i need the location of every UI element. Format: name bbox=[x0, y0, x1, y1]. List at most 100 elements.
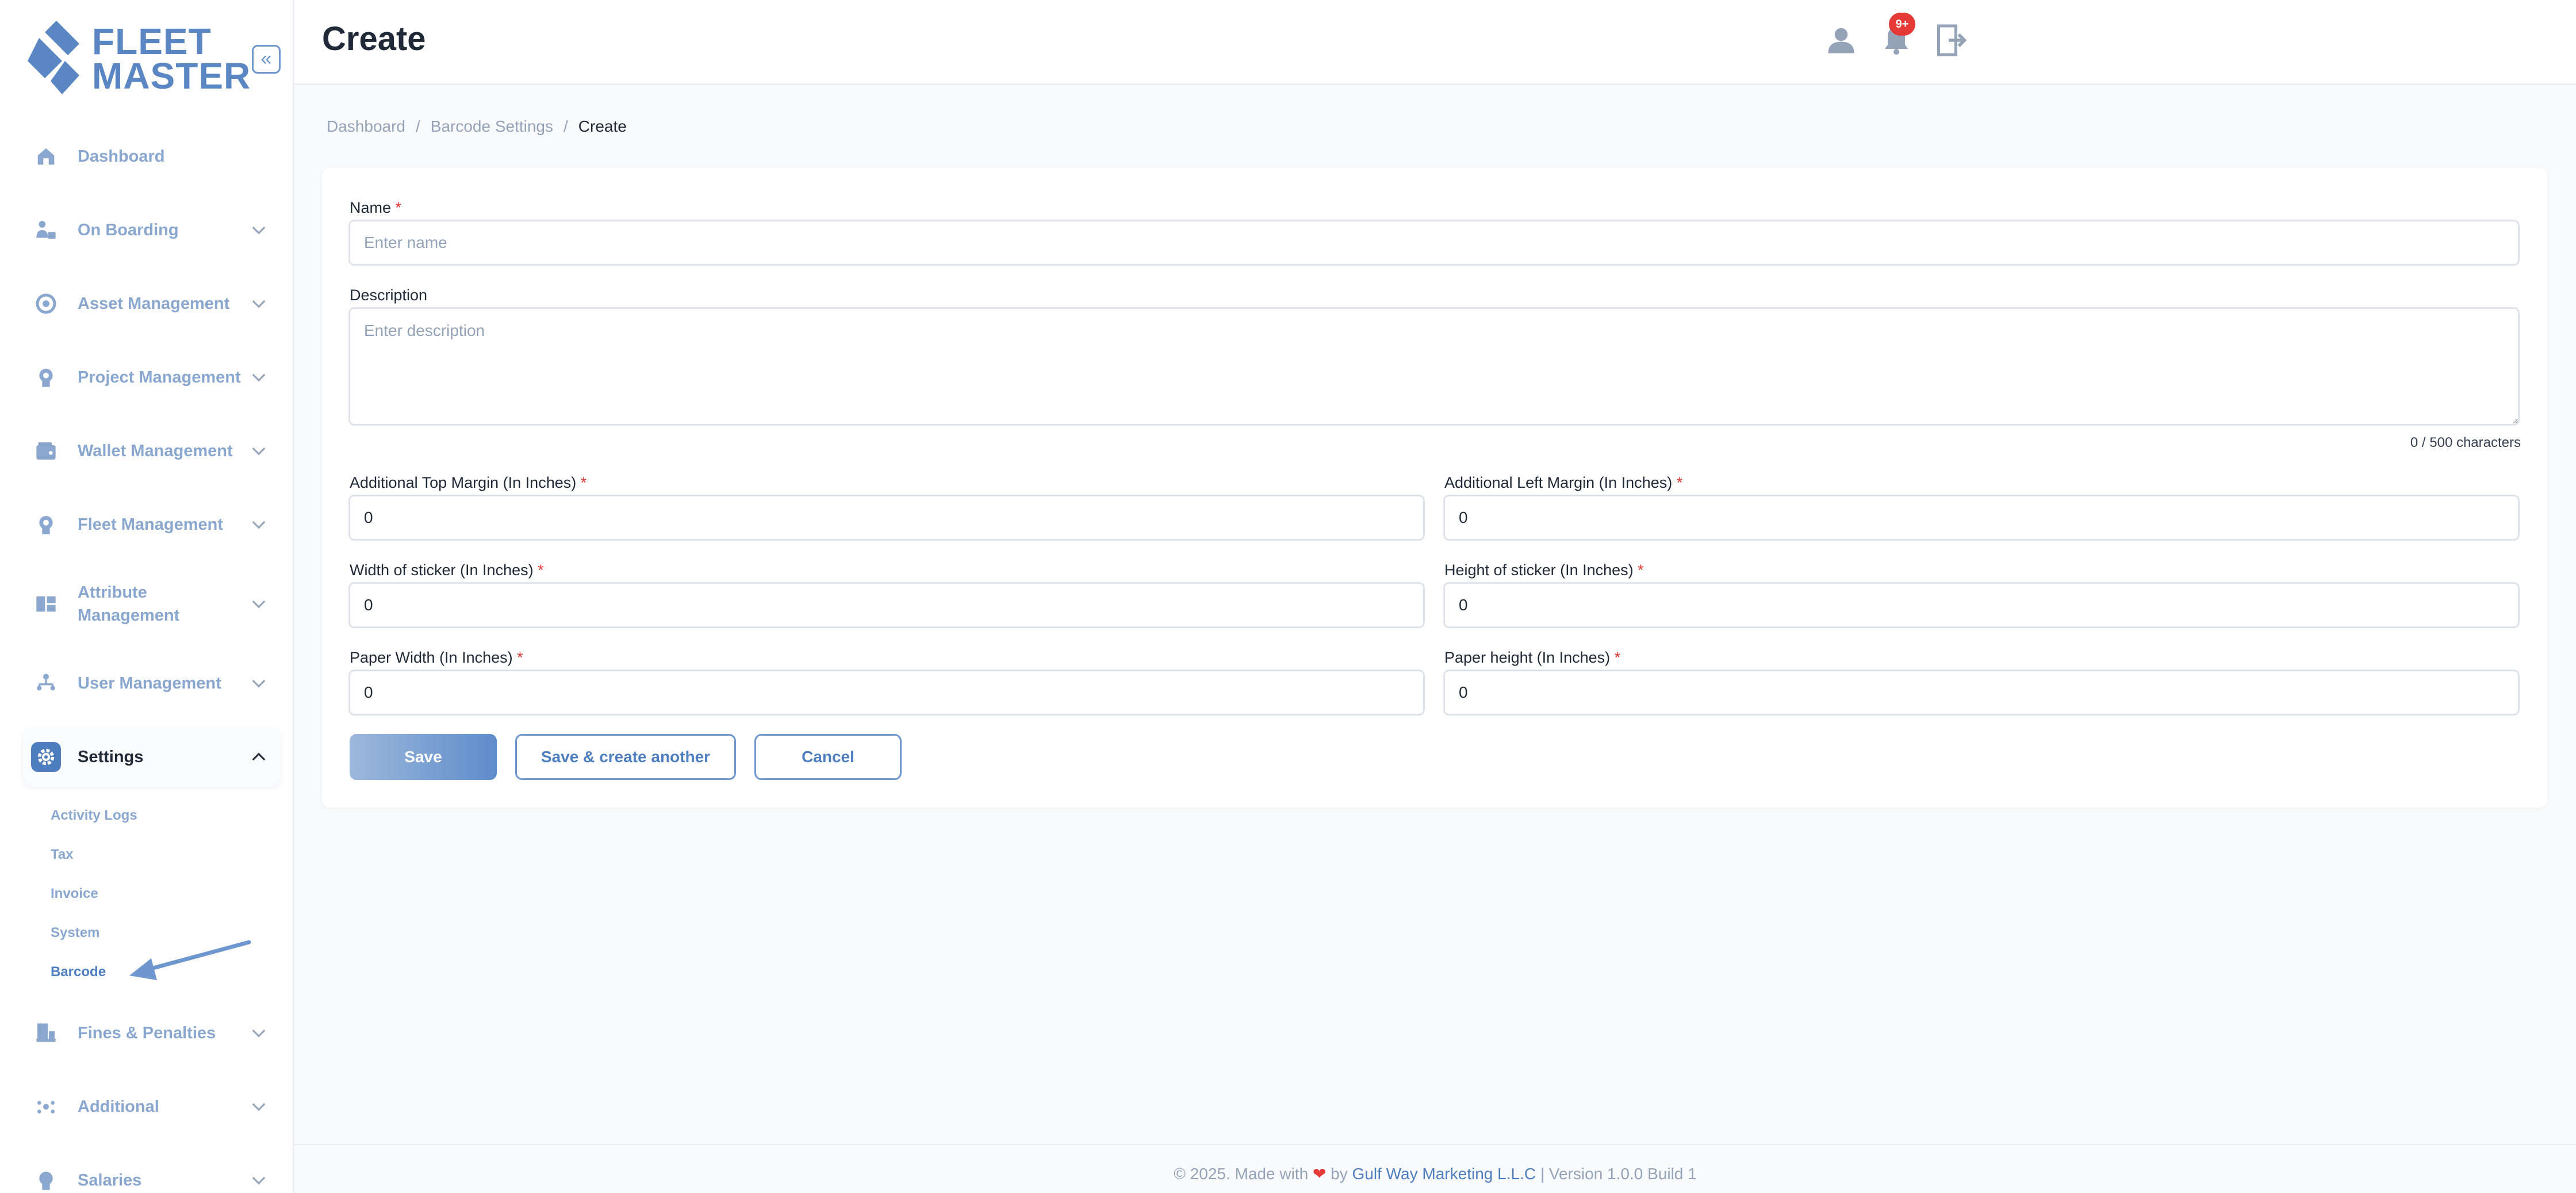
sidebar-item-label: On Boarding bbox=[78, 221, 179, 239]
fleet-icon bbox=[31, 510, 61, 540]
breadcrumb-dashboard[interactable]: Dashboard bbox=[327, 117, 405, 136]
sidebar-item-label: Fleet Management bbox=[78, 515, 223, 534]
breadcrumb-separator: / bbox=[564, 117, 568, 135]
sidebar-subitem-tax[interactable]: Tax bbox=[51, 847, 74, 863]
paper-width-label: Paper Width (In Inches) * bbox=[350, 649, 523, 667]
save-and-create-another-button[interactable]: Save & create another bbox=[515, 734, 736, 780]
paper-width-label-text: Paper Width (In Inches) bbox=[350, 649, 513, 666]
cancel-button[interactable]: Cancel bbox=[754, 734, 902, 780]
breadcrumb-barcode-settings[interactable]: Barcode Settings bbox=[431, 117, 553, 136]
sidebar-item-fines-penalties[interactable]: Fines & Penalties bbox=[23, 1003, 281, 1063]
chevron-down-icon bbox=[252, 442, 266, 456]
top-margin-label: Additional Top Margin (In Inches) * bbox=[350, 474, 586, 492]
required-mark: * bbox=[395, 199, 402, 216]
sidebar-subitem-system[interactable]: System bbox=[51, 925, 99, 941]
logo-line-2: MASTER bbox=[92, 55, 251, 97]
sidebar-item-fleet-management[interactable]: Fleet Management bbox=[23, 495, 281, 555]
description-label: Description bbox=[350, 286, 427, 304]
sticker-width-label-text: Width of sticker (In Inches) bbox=[350, 561, 534, 579]
sidebar-item-label: Project Management bbox=[78, 368, 241, 387]
attribute-icon bbox=[31, 589, 61, 619]
logout-icon[interactable] bbox=[1934, 23, 1969, 58]
breadcrumb: Dashboard / Barcode Settings / Create bbox=[327, 117, 627, 136]
breadcrumb-separator: / bbox=[415, 117, 420, 135]
fleet-master-logo[interactable]: FLEET MASTER bbox=[28, 21, 250, 99]
sidebar-item-additional[interactable]: Additional bbox=[23, 1077, 281, 1137]
asset-icon bbox=[31, 289, 61, 319]
footer-by: by bbox=[1331, 1165, 1348, 1183]
description-char-count: 0 / 500 characters bbox=[2410, 435, 2521, 450]
sidebar: FLEET MASTER « Dashboard On Boarding Ass… bbox=[0, 0, 294, 1193]
barcode-form-card: Name * Description 0 / 500 characters Ad… bbox=[322, 168, 2547, 808]
name-label-text: Name bbox=[350, 199, 392, 216]
name-input[interactable] bbox=[348, 220, 2520, 266]
sidebar-item-settings[interactable]: Settings bbox=[23, 727, 281, 787]
collapse-sidebar-button[interactable]: « bbox=[252, 45, 281, 74]
required-mark: * bbox=[1614, 649, 1621, 666]
sidebar-item-dashboard[interactable]: Dashboard bbox=[23, 127, 281, 186]
sticker-height-label: Height of sticker (In Inches) * bbox=[1444, 561, 1644, 579]
paper-height-input[interactable] bbox=[1443, 670, 2520, 716]
top-header: Create 9+ bbox=[294, 0, 2576, 85]
logo-text: FLEET MASTER bbox=[92, 21, 251, 97]
required-mark: * bbox=[517, 649, 523, 666]
chevron-down-icon bbox=[252, 368, 266, 382]
paper-height-label: Paper height (In Inches) * bbox=[1444, 649, 1620, 667]
sidebar-item-attribute-management[interactable]: Attribute Management bbox=[23, 568, 281, 640]
sticker-width-input[interactable] bbox=[348, 582, 1425, 628]
footer: © 2025. Made with ❤ by Gulf Way Marketin… bbox=[294, 1144, 2576, 1193]
sticker-width-label: Width of sticker (In Inches) * bbox=[350, 561, 544, 579]
salaries-icon bbox=[31, 1165, 61, 1193]
double-chevron-left-icon: « bbox=[260, 48, 272, 70]
sidebar-subitem-invoice[interactable]: Invoice bbox=[51, 886, 98, 902]
home-icon bbox=[31, 142, 61, 171]
sidebar-item-label: Wallet Management bbox=[78, 442, 233, 460]
annotation-arrow bbox=[129, 940, 251, 980]
paper-width-input[interactable] bbox=[348, 670, 1425, 716]
sidebar-item-label: Settings bbox=[78, 748, 144, 766]
sidebar-subitem-barcode[interactable]: Barcode bbox=[51, 964, 106, 980]
required-mark: * bbox=[1676, 474, 1683, 491]
additional-icon bbox=[31, 1092, 61, 1122]
chevron-up-icon bbox=[252, 752, 266, 766]
description-textarea[interactable] bbox=[348, 307, 2520, 426]
chevron-down-icon bbox=[252, 1171, 266, 1185]
company-link[interactable]: Gulf Way Marketing L.L.C bbox=[1352, 1165, 1536, 1183]
chevron-down-icon bbox=[252, 295, 266, 308]
sidebar-item-label: Dashboard bbox=[78, 147, 165, 166]
sidebar-item-on-boarding[interactable]: On Boarding bbox=[23, 200, 281, 260]
sidebar-item-user-management[interactable]: User Management bbox=[23, 653, 281, 713]
sticker-height-input[interactable] bbox=[1443, 582, 2520, 628]
sidebar-item-wallet-management[interactable]: Wallet Management bbox=[23, 421, 281, 481]
footer-prefix: © 2025. Made with bbox=[1174, 1165, 1309, 1183]
name-label: Name * bbox=[350, 199, 401, 217]
sidebar-item-label: Attribute Management bbox=[78, 583, 180, 625]
sidebar-item-label: Additional bbox=[78, 1098, 159, 1116]
notification-badge: 9+ bbox=[1889, 13, 1915, 36]
users-icon bbox=[31, 668, 61, 698]
sidebar-item-project-management[interactable]: Project Management bbox=[23, 347, 281, 407]
top-margin-label-text: Additional Top Margin (In Inches) bbox=[350, 474, 577, 491]
sidebar-item-label: Salaries bbox=[78, 1171, 142, 1190]
breadcrumb-current: Create bbox=[578, 117, 627, 135]
chevron-down-icon bbox=[252, 1098, 266, 1111]
left-margin-input[interactable] bbox=[1443, 495, 2520, 541]
top-margin-input[interactable] bbox=[348, 495, 1425, 541]
sidebar-item-asset-management[interactable]: Asset Management bbox=[23, 274, 281, 334]
project-icon bbox=[31, 362, 61, 392]
left-margin-label: Additional Left Margin (In Inches) * bbox=[1444, 474, 1682, 492]
footer-version: | Version 1.0.0 Build 1 bbox=[1540, 1165, 1697, 1183]
sidebar-subitem-activity-logs[interactable]: Activity Logs bbox=[51, 808, 137, 824]
fines-icon bbox=[31, 1018, 61, 1048]
left-margin-label-text: Additional Left Margin (In Inches) bbox=[1444, 474, 1673, 491]
save-button[interactable]: Save bbox=[350, 734, 497, 780]
onboarding-icon bbox=[31, 215, 61, 245]
required-mark: * bbox=[1638, 561, 1644, 579]
gear-icon bbox=[31, 742, 61, 772]
user-profile-icon[interactable] bbox=[1824, 23, 1858, 58]
sticker-height-label-text: Height of sticker (In Inches) bbox=[1444, 561, 1634, 579]
description-label-text: Description bbox=[350, 286, 428, 304]
sidebar-item-salaries[interactable]: Salaries bbox=[23, 1150, 281, 1193]
logo-line-1: FLEET bbox=[92, 21, 212, 62]
page-title: Create bbox=[322, 20, 426, 58]
